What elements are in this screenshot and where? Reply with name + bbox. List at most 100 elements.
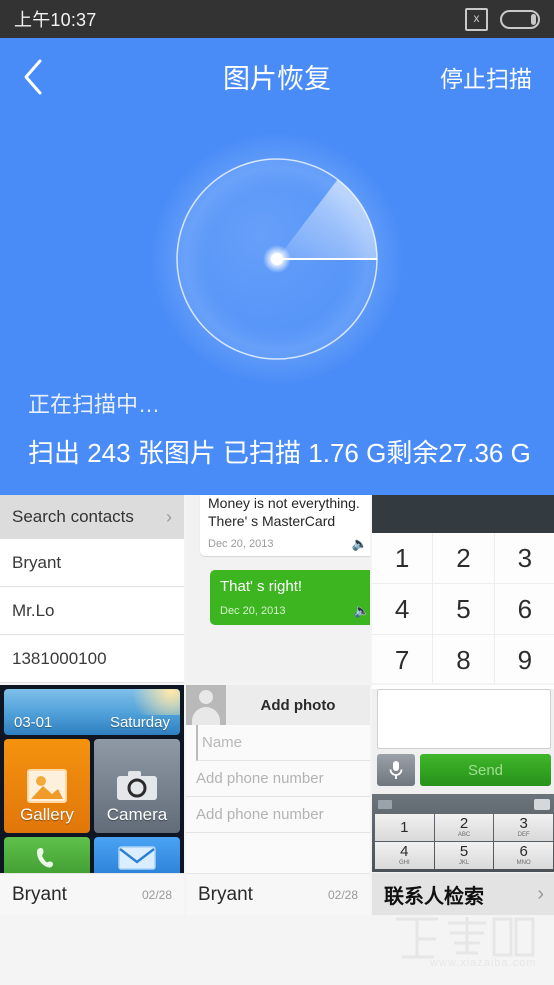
send-button: Send <box>420 754 551 786</box>
keyboard-key: 5 JKL <box>434 842 494 869</box>
app-tile-label: Gallery <box>20 805 74 824</box>
message-text: Money is not everything. There' s Master… <box>208 495 360 529</box>
status-icons: x <box>465 7 540 31</box>
sms-thread: Money is not everything. There' s Master… <box>186 495 370 683</box>
app-tile-gallery: Gallery <box>4 739 90 833</box>
svg-text:www.xiazaiba.com: www.xiazaiba.com <box>429 957 536 969</box>
speaker-icon: 🔈 <box>351 536 368 551</box>
dialer-key: 8 <box>433 635 495 683</box>
key-letters: MNO <box>516 859 531 866</box>
key-number: 2 <box>459 814 469 832</box>
app-root: 上午10:37 x 图片恢复 停止扫描 正在扫描中… 扫出 243 张图片 已扫… <box>0 0 554 985</box>
microphone-icon <box>377 754 415 786</box>
message-date: Dec 20, 2013 <box>208 538 274 550</box>
list-item: Mr.Lo <box>0 587 184 635</box>
dialer-key: 6 <box>494 584 554 635</box>
message-meta: Dec 20, 2013 🔈 <box>220 603 370 619</box>
keyboard-key: 4 GHI <box>375 842 434 869</box>
status-time: 上午10:37 <box>14 10 97 30</box>
phone-field-2: Add phone number <box>186 797 370 833</box>
keyboard-keys: 1 2 ABC 3 DEF 4 GHI 5 JKL 6 MNO <box>375 814 553 869</box>
add-photo-label: Add photo <box>260 696 336 714</box>
keyboard-icon <box>378 800 392 809</box>
message-bubble-outgoing: That' s right! Dec 20, 2013 🔈 <box>210 570 370 625</box>
clock-date: 03-01 <box>14 714 53 731</box>
camera-icon <box>117 771 157 800</box>
avatar-placeholder-icon <box>186 685 226 725</box>
dialer-keypad: 1 2 3 4 5 6 7 8 9 <box>372 533 554 683</box>
keyboard-toolbar <box>375 797 553 812</box>
back-chevron-icon[interactable] <box>22 54 58 100</box>
add-photo-row: Add photo <box>186 685 370 725</box>
dialer-key: 7 <box>372 635 434 683</box>
dialer-key: 4 <box>372 584 434 635</box>
contacts-search-label: Search contacts <box>12 507 134 526</box>
clock-weekday: Saturday <box>109 714 170 731</box>
phone-field-1: Add phone number <box>186 761 370 797</box>
status-bar: 上午10:37 x <box>0 0 554 38</box>
keyboard-key: 2 ABC <box>434 814 494 841</box>
keyboard-key: 6 MNO <box>494 842 553 869</box>
battery-low-icon <box>500 9 540 29</box>
gallery-icon <box>27 769 67 803</box>
recovered-items-grid: Search contacts › Bryant Mr.Lo 138100010… <box>0 495 554 915</box>
scan-status-text: 正在扫描中… <box>28 392 161 417</box>
app-tile-mail <box>94 837 180 873</box>
dialer-key: 2 <box>433 533 495 584</box>
thumbnail-caption: Bryant 02/28 <box>0 873 184 915</box>
thumbnail-sms-composer[interactable]: Send 1 2 ABC 3 DEF 4 GHI 5 JKL 6 MNO <box>372 685 554 873</box>
list-item: Bryant <box>0 539 184 587</box>
thumbnail-sms-conversation[interactable]: Money is not everything. There' s Master… <box>186 495 370 683</box>
scan-stats-text: 扫出 243 张图片 已扫描 1.76 G剩余27.36 G <box>28 438 531 468</box>
sms-composer: Send 1 2 ABC 3 DEF 4 GHI 5 JKL 6 MNO <box>372 689 554 873</box>
key-letters: ABC <box>457 831 471 838</box>
stop-scan-button[interactable]: 停止扫描 <box>440 60 532 94</box>
name-field: Name <box>196 725 370 761</box>
thumbnail-dialer[interactable]: 1 2 3 4 5 6 7 8 9 <box>372 495 554 683</box>
dialer-key: 1 <box>372 533 434 584</box>
app-tile-phone <box>4 837 90 873</box>
message-text: That' s right! <box>220 578 303 595</box>
keyboard-hide-icon <box>534 799 550 810</box>
message-meta: Dec 20, 2013 🔈 <box>208 536 368 552</box>
contacts-search-row: Search contacts › <box>0 495 184 539</box>
key-number: 5 <box>459 842 469 860</box>
composer-actions: Send <box>372 749 554 791</box>
thumbnail-launcher[interactable]: 03-01 Saturday Gallery Camera <box>0 685 184 873</box>
message-date: Dec 20, 2013 <box>220 604 286 617</box>
chevron-right-icon: › <box>537 883 544 905</box>
app-bar: 图片恢复 停止扫描 <box>0 38 554 115</box>
key-letters: GHI <box>398 859 410 866</box>
key-letters: JKL <box>458 859 470 866</box>
speaker-icon: 🔈 <box>353 602 370 618</box>
thumbnail-contact-editor[interactable]: Add photo Name Add phone number Add phon… <box>186 685 370 873</box>
thumbnail-caption-contacts-search[interactable]: 联系人检索 › <box>372 873 554 915</box>
caption-name: Bryant <box>12 883 67 905</box>
clock-widget: 03-01 Saturday <box>4 689 180 735</box>
thumbnail-contacts-list[interactable]: Search contacts › Bryant Mr.Lo 138100010… <box>0 495 184 683</box>
keyboard-key: 3 DEF <box>494 814 553 841</box>
key-number: 4 <box>400 842 409 860</box>
caption-date: 02/28 <box>327 887 358 902</box>
caption-date: 02/28 <box>141 887 172 902</box>
message-input <box>377 689 551 749</box>
caption-name: Bryant <box>198 883 253 905</box>
app-tile-camera: Camera <box>94 739 180 833</box>
radar-sweep-icon <box>147 129 407 389</box>
dialer-key: 9 <box>494 635 554 683</box>
scan-hero: 正在扫描中… 扫出 243 张图片 已扫描 1.76 G剩余27.36 G <box>0 115 554 495</box>
key-number: 1 <box>400 819 409 836</box>
sd-card-removed-icon: x <box>465 7 488 31</box>
key-number: 3 <box>519 814 528 832</box>
sun-glow-icon <box>120 689 180 715</box>
app-tile-label: Camera <box>106 805 168 824</box>
list-item: 1381000100 <box>0 635 184 683</box>
launcher-tiles: Gallery Camera <box>4 739 180 873</box>
dialer-display <box>372 495 554 533</box>
contact-editor: Add photo Name Add phone number Add phon… <box>186 685 370 873</box>
caption-name: 联系人检索 <box>384 886 484 908</box>
launcher-home: 03-01 Saturday Gallery Camera <box>0 685 184 873</box>
phone-icon <box>37 848 53 868</box>
chevron-right-icon: › <box>166 506 172 527</box>
thumbnail-caption: Bryant 02/28 <box>186 873 370 915</box>
